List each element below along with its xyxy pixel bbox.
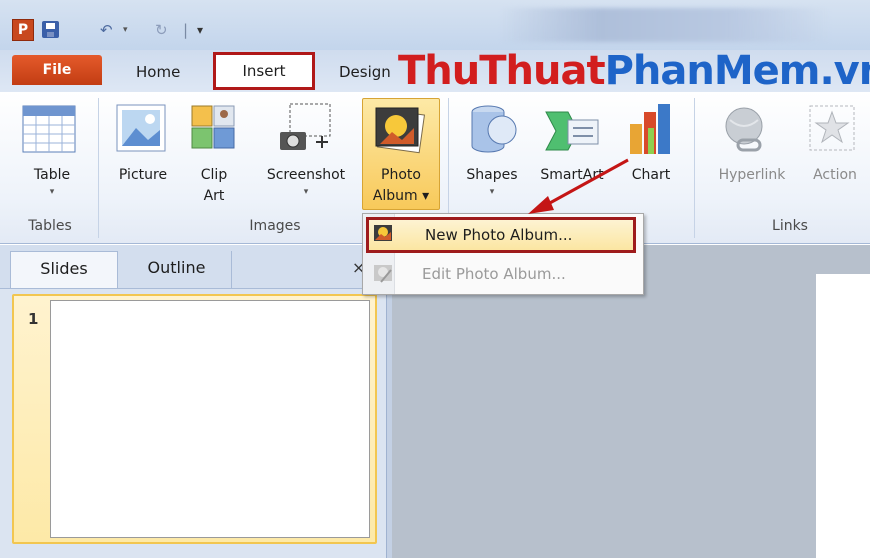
shapes-button[interactable]: Shapes ▾ [456, 165, 528, 198]
smartart-icon [545, 111, 599, 151]
photo-album-button[interactable]: Photo Album ▾ [362, 165, 440, 207]
hyperlink-button[interactable]: Hyperlink [704, 165, 800, 186]
redo-button[interactable]: ↻ [155, 20, 168, 40]
smartart-button[interactable]: SmartArt [532, 165, 612, 186]
save-icon [42, 21, 59, 38]
clip-art-icon [191, 105, 235, 149]
menu-item-new-photo-album[interactable]: New Photo Album... [366, 217, 636, 253]
slide-canvas[interactable] [816, 274, 870, 558]
group-label-links: Links [772, 218, 808, 234]
group-label-tables: Tables [28, 218, 72, 234]
tab-insert[interactable]: Insert [213, 52, 315, 90]
tab-outline[interactable]: Outline [122, 251, 232, 288]
screenshot-icon [280, 103, 331, 150]
smartart-label: SmartArt [540, 167, 604, 183]
title-bar [0, 0, 870, 50]
tab-slides[interactable]: Slides [10, 251, 118, 288]
clip-art-label-2: Art [203, 188, 225, 204]
chart-icon [630, 104, 670, 154]
tab-design[interactable]: Design [339, 57, 391, 87]
customize-qat-button[interactable]: ▾ [197, 20, 203, 40]
screenshot-label: Screenshot [266, 167, 346, 183]
watermark-part1: ThuThuat [398, 48, 606, 94]
new-photo-album-label: New Photo Album... [425, 226, 573, 244]
save-button[interactable] [42, 20, 62, 40]
clip-art-label-1: Clip [200, 167, 228, 183]
title-blur [500, 8, 830, 42]
chart-button[interactable]: Chart [620, 165, 682, 186]
group-separator [694, 98, 695, 238]
picture-label: Picture [118, 167, 168, 183]
slide-number: 1 [28, 310, 39, 328]
powerpoint-app-icon[interactable]: P [12, 19, 34, 41]
watermark-part2: PhanMem [604, 48, 821, 94]
table-icon [22, 105, 76, 153]
group-label-images: Images [249, 218, 301, 234]
shapes-label: Shapes [466, 167, 518, 183]
action-label: Action [813, 167, 857, 183]
screenshot-button[interactable]: Screenshot ▾ [254, 165, 358, 198]
tab-file[interactable]: File [12, 55, 102, 85]
table-drop-arrow: ▾ [49, 187, 55, 197]
picture-icon [116, 104, 166, 152]
watermark: ThuThuatPhanMem.vn [398, 46, 870, 96]
qat-separator: | [183, 21, 189, 39]
shapes-drop-arrow: ▾ [489, 187, 495, 197]
chart-label: Chart [631, 167, 671, 183]
photo-album-label-2: Album ▾ [372, 188, 430, 204]
undo-dropdown-button[interactable]: ▾ [123, 20, 128, 40]
watermark-part3: .vn [819, 48, 870, 94]
photo-album-label-1: Photo [381, 167, 421, 183]
action-button[interactable]: Action [804, 165, 866, 186]
table-label: Table [33, 167, 71, 183]
edit-photo-album-icon [374, 265, 392, 283]
shapes-icon [471, 105, 517, 153]
new-photo-album-icon [374, 225, 392, 241]
photo-album-icon [375, 107, 426, 154]
picture-button[interactable]: Picture [104, 165, 182, 186]
hyperlink-icon [725, 107, 763, 152]
edit-photo-album-label: Edit Photo Album... [422, 265, 566, 283]
hyperlink-label: Hyperlink [718, 167, 786, 183]
tab-home[interactable]: Home [136, 57, 180, 87]
screenshot-drop-arrow: ▾ [303, 187, 309, 197]
undo-button[interactable]: ↶ [100, 20, 113, 40]
table-button[interactable]: Table ▾ [14, 165, 90, 198]
clip-art-button[interactable]: Clip Art [188, 165, 240, 207]
slide-thumbnail[interactable] [50, 300, 370, 538]
menu-item-edit-photo-album[interactable]: Edit Photo Album... [366, 256, 636, 292]
group-separator [98, 98, 99, 238]
action-icon [809, 105, 855, 151]
